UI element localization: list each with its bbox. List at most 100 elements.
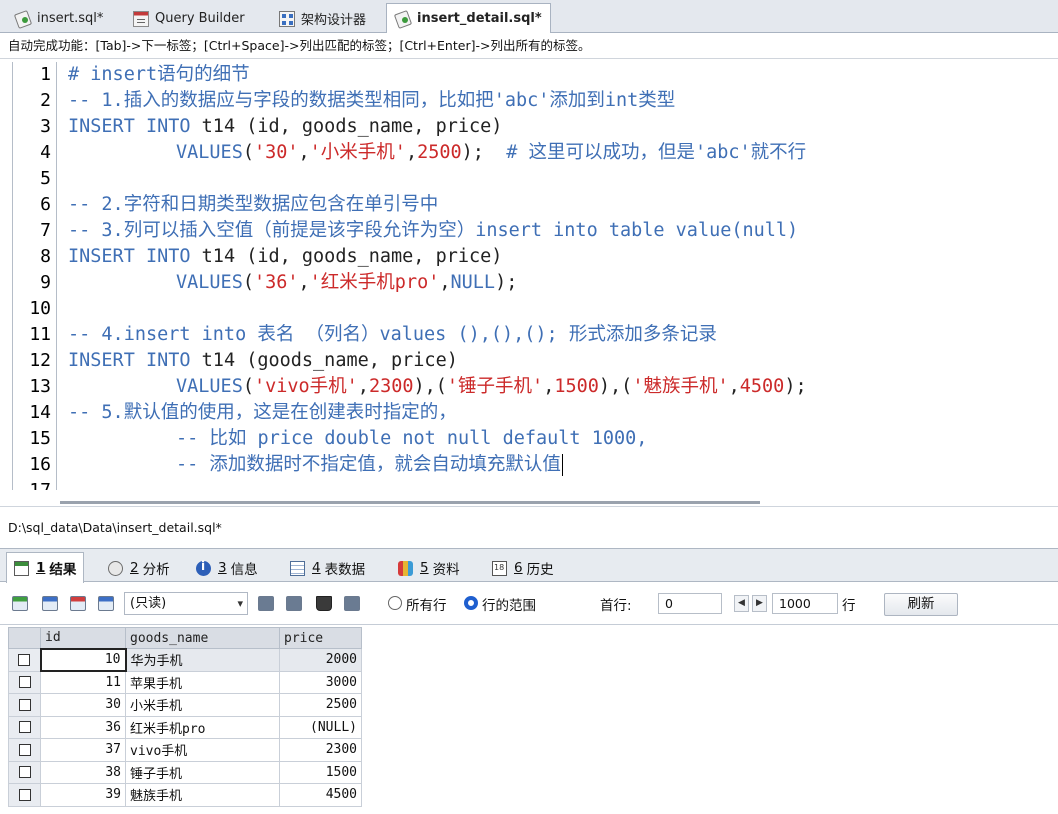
grid-header-row: id goods_name price	[8, 627, 362, 649]
row-checkbox[interactable]	[18, 698, 31, 711]
row-checkbox-cell[interactable]	[8, 693, 41, 717]
save-icon[interactable]	[286, 596, 302, 611]
tab-profile[interactable]: 5 资料	[390, 552, 468, 583]
result-tab-bar: 1 结果 2 分析 3 信息 4 表数据 5 资料 6 历史	[0, 548, 1058, 583]
cell-price[interactable]: 2300	[279, 738, 362, 762]
line-number: 3	[40, 116, 51, 137]
tab-label: 历史	[526, 562, 554, 578]
tab-label: 架构设计器	[301, 13, 367, 28]
cell-goods-name[interactable]: 魅族手机	[125, 783, 280, 807]
cell-price[interactable]: 4500	[279, 783, 362, 807]
row-selector-header	[8, 627, 41, 649]
tab-info[interactable]: 3 信息	[188, 552, 266, 583]
cell-goods-name[interactable]: vivo手机	[125, 738, 280, 762]
code-text: ,	[357, 376, 369, 397]
code-text: ,	[543, 376, 555, 397]
tab-schema-designer[interactable]: 架构设计器	[270, 3, 375, 33]
insert-row-icon[interactable]	[12, 596, 28, 611]
refresh-button[interactable]: 刷新	[884, 593, 958, 616]
row-checkbox-cell[interactable]	[8, 715, 41, 739]
row-checkbox-cell[interactable]	[8, 670, 41, 694]
cell-goods-name[interactable]: 华为手机	[125, 648, 280, 672]
row-checkbox-cell[interactable]	[8, 738, 41, 762]
cell-price[interactable]: (NULL)	[279, 715, 362, 739]
sql-keyword: VALUES	[176, 376, 243, 397]
code-line-13: VALUES('vivo手机',2300),('锤子手机',1500),('魅族…	[176, 374, 807, 400]
line-number: 4	[40, 142, 51, 163]
cell-price[interactable]: 1500	[279, 760, 362, 784]
table-row[interactable]: 10 华为手机 2000	[8, 647, 362, 672]
tab-table-data[interactable]: 4 表数据	[282, 552, 373, 583]
code-text: (	[242, 142, 254, 163]
sql-string: '锤子手机'	[446, 376, 544, 397]
trash-icon[interactable]	[316, 596, 332, 611]
code-line-2: -- 1.插入的数据应与字段的数据类型相同，比如把'abc'添加到int类型	[68, 90, 676, 111]
cell-goods-name[interactable]: 苹果手机	[125, 670, 280, 694]
delete-row-icon[interactable]	[70, 596, 86, 611]
cell-id[interactable]: 36	[40, 715, 126, 739]
code-text: t14 (goods_name, price)	[190, 350, 458, 371]
cell-goods-name[interactable]: 锤子手机	[125, 760, 280, 784]
table-row[interactable]: 36 红米手机pro (NULL)	[8, 715, 362, 739]
cell-goods-name[interactable]: 红米手机pro	[125, 715, 280, 739]
code-text: );	[495, 272, 518, 293]
code-text: t14 (id, goods_name, price)	[190, 246, 503, 267]
sql-keyword: INSERT INTO	[68, 350, 191, 371]
cell-price[interactable]: 2000	[279, 648, 362, 672]
cell-id[interactable]: 37	[40, 738, 126, 762]
line-number: 2	[40, 90, 51, 111]
cell-id[interactable]: 38	[40, 760, 126, 784]
tab-insert-detail-sql[interactable]: insert_detail.sql*	[386, 3, 551, 33]
filter-icon[interactable]	[344, 596, 360, 611]
tab-result[interactable]: 1 结果	[6, 552, 85, 583]
tab-history[interactable]: 6 历史	[484, 552, 562, 583]
tab-insert-sql[interactable]: insert.sql*	[6, 3, 112, 33]
code-line-6: -- 2.字符和日期类型数据应包含在单引号中	[68, 194, 439, 215]
row-count-input[interactable]: 1000	[772, 593, 838, 614]
save-changes-icon[interactable]	[42, 596, 58, 611]
scrollbar-thumb[interactable]	[60, 501, 760, 504]
cell-price[interactable]: 3000	[279, 670, 362, 694]
row-range-radio[interactable]	[464, 596, 478, 610]
row-checkbox[interactable]	[18, 676, 31, 689]
row-checkbox[interactable]	[18, 743, 31, 756]
line-number: 10	[29, 298, 51, 319]
code-line-9: VALUES('36','红米手机pro',NULL);	[176, 270, 517, 296]
row-checkbox[interactable]	[18, 766, 31, 779]
tab-label: 分析	[142, 562, 170, 578]
column-header-price[interactable]: price	[279, 627, 362, 649]
cell-goods-name[interactable]: 小米手机	[125, 693, 280, 717]
cell-id[interactable]: 10	[39, 647, 127, 672]
row-checkbox-cell[interactable]	[8, 783, 41, 807]
editor-horizontal-scrollbar[interactable]	[0, 490, 1058, 506]
code-line-12: INSERT INTO t14 (goods_name, price)	[68, 348, 458, 374]
next-page-button[interactable]: ▶	[752, 595, 767, 612]
previous-page-button[interactable]: ◀	[734, 595, 749, 612]
cell-id[interactable]: 11	[40, 670, 126, 694]
first-row-input[interactable]: 0	[658, 593, 722, 614]
tab-analysis[interactable]: 2 分析	[100, 552, 178, 583]
row-checkbox-cell[interactable]	[8, 648, 41, 672]
export-icon[interactable]	[258, 596, 274, 611]
table-row[interactable]: 38 锤子手机 1500	[8, 760, 362, 784]
row-checkbox[interactable]	[18, 653, 31, 666]
column-header-goods-name[interactable]: goods_name	[125, 627, 280, 649]
all-rows-radio[interactable]	[388, 596, 402, 610]
table-row[interactable]: 11 苹果手机 3000	[8, 670, 362, 694]
column-header-id[interactable]: id	[40, 627, 126, 649]
row-checkbox[interactable]	[18, 721, 31, 734]
tab-query-builder[interactable]: Query Builder	[124, 3, 254, 33]
cell-id[interactable]: 30	[40, 693, 126, 717]
cancel-changes-icon[interactable]	[98, 596, 114, 611]
cell-price[interactable]: 2500	[279, 693, 362, 717]
row-checkbox-cell[interactable]	[8, 760, 41, 784]
read-only-mode-select[interactable]: (只读) ▾	[124, 592, 248, 615]
sql-string: '魅族手机'	[632, 376, 729, 397]
table-row[interactable]: 37 vivo手机 2300	[8, 738, 362, 762]
row-checkbox[interactable]	[18, 788, 31, 801]
sql-editor[interactable]: 1 2 3 4 5 6 7 8 9 10 11 12 13 14 15 16 1…	[12, 62, 1058, 490]
table-row[interactable]: 30 小米手机 2500	[8, 693, 362, 717]
code-text: ,	[298, 272, 310, 293]
table-row[interactable]: 39 魅族手机 4500	[8, 783, 362, 807]
cell-id[interactable]: 39	[40, 783, 126, 807]
